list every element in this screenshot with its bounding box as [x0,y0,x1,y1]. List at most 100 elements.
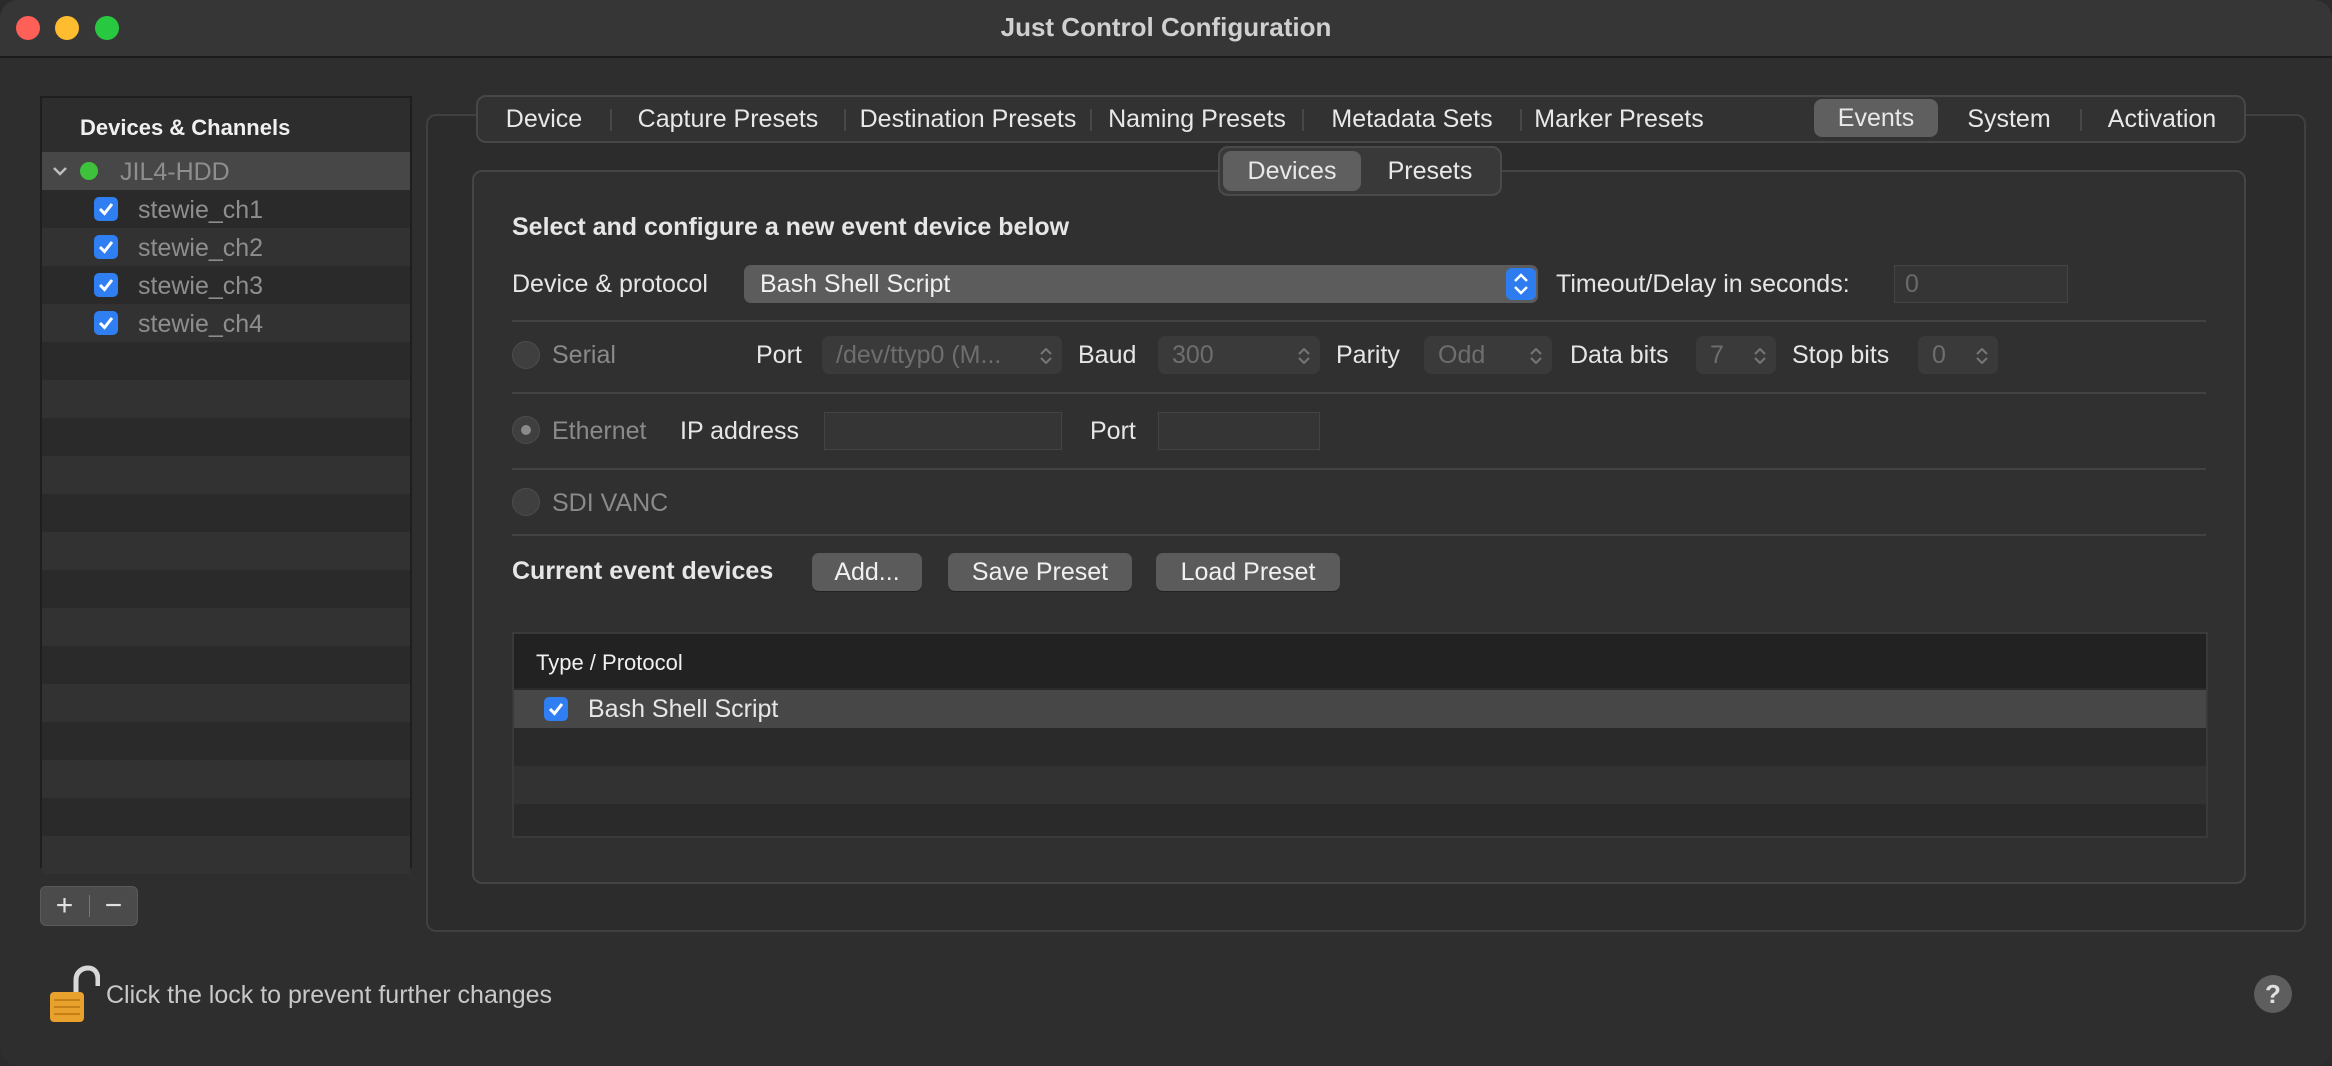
sidebar-channel-row[interactable]: stewie_ch1 [42,190,410,228]
ethernet-radio[interactable] [512,416,540,444]
events-subtab-control: Devices Presets [1218,146,1502,196]
checkmark-icon [548,703,564,716]
parity-value: Odd [1438,341,1486,369]
channel-checkbox[interactable] [94,235,118,259]
timeout-label: Timeout/Delay in seconds: [1556,270,1850,298]
save-preset-button[interactable]: Save Preset [948,553,1132,591]
checkmark-icon [98,241,114,254]
sidebar-empty-row [42,798,410,836]
sdi-vanc-radio[interactable] [512,488,540,516]
tab-capture-presets[interactable]: Capture Presets [612,97,844,141]
sidebar-channel-row[interactable]: stewie_ch3 [42,266,410,304]
table-empty-row [514,804,2206,834]
sidebar-header: Devices & Channels [42,98,410,152]
channel-checkbox[interactable] [94,311,118,335]
databits-popup[interactable]: 7 [1696,336,1776,374]
load-preset-button[interactable]: Load Preset [1156,553,1340,591]
ethernet-port-label: Port [1090,417,1136,445]
table-header: Type / Protocol [514,634,2206,688]
timeout-field[interactable]: 0 [1894,265,2068,303]
tab-activation[interactable]: Activation [2082,97,2242,141]
tab-destination-presets[interactable]: Destination Presets [846,97,1090,141]
column-header-type-protocol[interactable]: Type / Protocol [536,650,683,676]
baud-popup[interactable]: 300 [1158,336,1320,374]
updown-arrows-icon [1506,268,1536,300]
table-row[interactable]: Bash Shell Script [514,690,2206,728]
title-bar: Just Control Configuration [0,0,2332,58]
serial-radio[interactable] [512,341,540,369]
event-devices-table: Type / Protocol Bash Shell Script [512,632,2208,838]
current-devices-label: Current event devices [512,557,774,585]
stopbits-popup[interactable]: 0 [1918,336,1998,374]
stopbits-label: Stop bits [1792,341,1890,369]
status-dot-icon [80,162,98,180]
checkmark-icon [98,317,114,330]
ip-address-field[interactable] [824,412,1062,450]
ethernet-port-field[interactable] [1158,412,1320,450]
row-checkbox[interactable] [544,697,568,721]
tab-system[interactable]: System [1940,97,2078,141]
updown-arrows-icon [1754,347,1766,365]
help-button[interactable]: ? [2254,975,2292,1013]
serial-port-value: /dev/ttyp0 (M... [836,341,1002,369]
baud-value: 300 [1172,341,1214,369]
window-title: Just Control Configuration [1000,12,1332,42]
divider [512,534,2206,536]
tab-marker-presets[interactable]: Marker Presets [1522,97,1716,141]
sdi-vanc-label: SDI VANC [552,489,669,517]
sidebar-empty-row [42,722,410,760]
row-label: Bash Shell Script [588,695,779,723]
databits-label: Data bits [1570,341,1669,369]
parity-popup[interactable]: Odd [1424,336,1552,374]
lock-status-text: Click the lock to prevent further change… [106,981,553,1009]
channel-label: stewie_ch2 [138,234,264,262]
channel-checkbox[interactable] [94,197,118,221]
parity-label: Parity [1336,341,1400,369]
subtab-devices[interactable]: Devices [1223,151,1361,191]
ethernet-label: Ethernet [552,417,647,445]
databits-value: 7 [1710,341,1724,369]
device-protocol-popup[interactable]: Bash Shell Script [744,265,1538,303]
serial-port-popup[interactable]: /dev/ttyp0 (M... [822,336,1062,374]
sidebar-channel-row[interactable]: stewie_ch2 [42,228,410,266]
tab-events[interactable]: Events [1814,99,1938,137]
device-protocol-label: Device & protocol [512,270,708,298]
add-event-device-button[interactable]: Add... [812,553,922,591]
sidebar-empty-row [42,532,410,570]
tab-naming-presets[interactable]: Naming Presets [1092,97,1302,141]
sidebar-empty-row [42,608,410,646]
tab-device[interactable]: Device [478,97,610,141]
add-device-button[interactable]: + [41,887,88,925]
sidebar-device-row[interactable]: JIL4-HDD [42,152,410,190]
device-protocol-value: Bash Shell Script [760,270,951,298]
channel-checkbox[interactable] [94,273,118,297]
channel-label: stewie_ch3 [138,272,264,300]
table-empty-row [514,728,2206,766]
stopbits-value: 0 [1932,341,1946,369]
sidebar-empty-row [42,836,410,874]
divider [512,392,2206,394]
sidebar-empty-row [42,684,410,722]
sidebar-empty-row [42,380,410,418]
timeout-placeholder: 0 [1905,270,1919,298]
section-heading: Select and configure a new event device … [512,213,1070,241]
checkmark-icon [98,279,114,292]
updown-arrows-icon [1530,347,1542,365]
sidebar-empty-row [42,760,410,798]
divider [512,468,2206,470]
updown-arrows-icon [1976,347,1988,365]
sidebar-empty-row [42,456,410,494]
sidebar-channel-row[interactable]: stewie_ch4 [42,304,410,342]
channel-label: stewie_ch4 [138,310,264,338]
chevron-down-icon[interactable] [50,161,70,181]
table-empty-row [514,766,2206,804]
sidebar-empty-row [42,494,410,532]
tab-metadata-sets[interactable]: Metadata Sets [1304,97,1520,141]
remove-device-button[interactable]: − [90,887,137,925]
lock-open-icon[interactable] [46,964,100,1026]
baud-label: Baud [1078,341,1137,369]
devices-channels-sidebar: Devices & Channels JIL4-HDD stewie_ch1 s… [40,96,412,874]
subtab-presets[interactable]: Presets [1363,151,1497,191]
updown-arrows-icon [1040,347,1052,365]
device-name: JIL4-HDD [120,158,230,186]
